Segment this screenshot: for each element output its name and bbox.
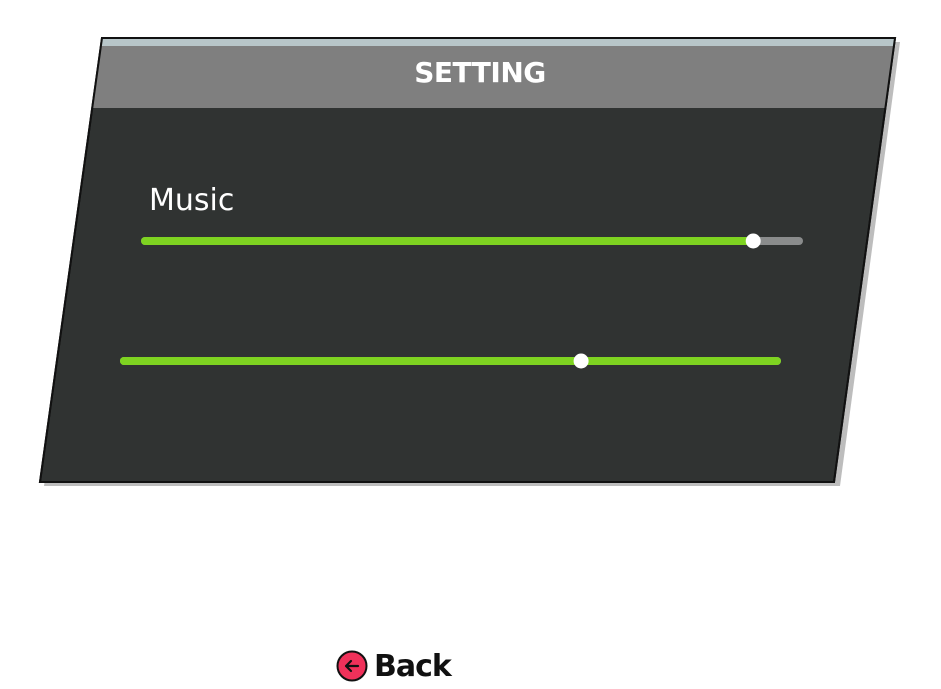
settings-screen: SETTING Music Back — [0, 0, 941, 689]
arrow-left-circle-icon[interactable] — [336, 650, 368, 682]
music-slider-knob[interactable] — [745, 233, 761, 249]
music-label: Music — [149, 183, 235, 218]
sound-slider-knob[interactable] — [573, 353, 589, 369]
back-label: Back — [374, 648, 452, 684]
back-button[interactable]: Back — [336, 644, 452, 688]
panel-title: SETTING — [414, 56, 546, 89]
panel-header-highlight — [101, 38, 895, 46]
settings-panel — [38, 37, 900, 486]
